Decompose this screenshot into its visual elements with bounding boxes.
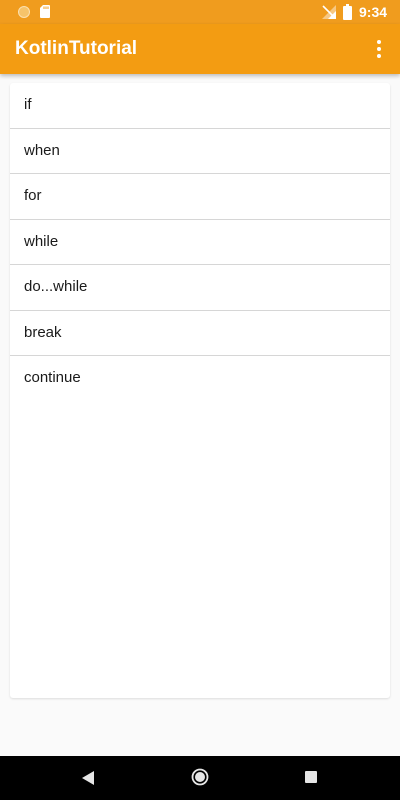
list-item[interactable]: while: [10, 220, 390, 265]
list-item-label: break: [24, 323, 62, 341]
sd-card-icon: [40, 5, 50, 18]
list-item[interactable]: break: [10, 311, 390, 356]
list-item[interactable]: continue: [10, 356, 390, 402]
notification-dot-icon: [18, 6, 30, 18]
signal-no-data-icon: [322, 5, 336, 19]
list-item-label: for: [24, 187, 42, 204]
list-item[interactable]: do...while: [10, 265, 390, 311]
list-item-label: while: [24, 232, 59, 250]
list-item-label: continue: [24, 369, 81, 386]
list-item[interactable]: if: [10, 83, 390, 129]
list-item[interactable]: for: [10, 174, 390, 220]
status-time: 9:34: [359, 4, 388, 20]
app-bar: KotlinTutorial: [0, 24, 400, 74]
home-icon[interactable]: [191, 768, 209, 786]
more-vert-icon[interactable]: [366, 35, 392, 63]
list-item-label: if: [24, 96, 32, 113]
recents-icon[interactable]: [305, 771, 317, 783]
list-item-label: do...while: [24, 278, 88, 295]
list-item[interactable]: when: [10, 129, 390, 174]
back-icon[interactable]: [81, 770, 95, 786]
topic-list: if when for while do...while break conti…: [10, 83, 390, 698]
status-bar: 9:34: [0, 0, 400, 24]
battery-icon: [343, 4, 352, 20]
app-title: KotlinTutorial: [15, 38, 138, 59]
navigation-bar: [0, 756, 400, 800]
list-item-label: when: [24, 141, 60, 159]
